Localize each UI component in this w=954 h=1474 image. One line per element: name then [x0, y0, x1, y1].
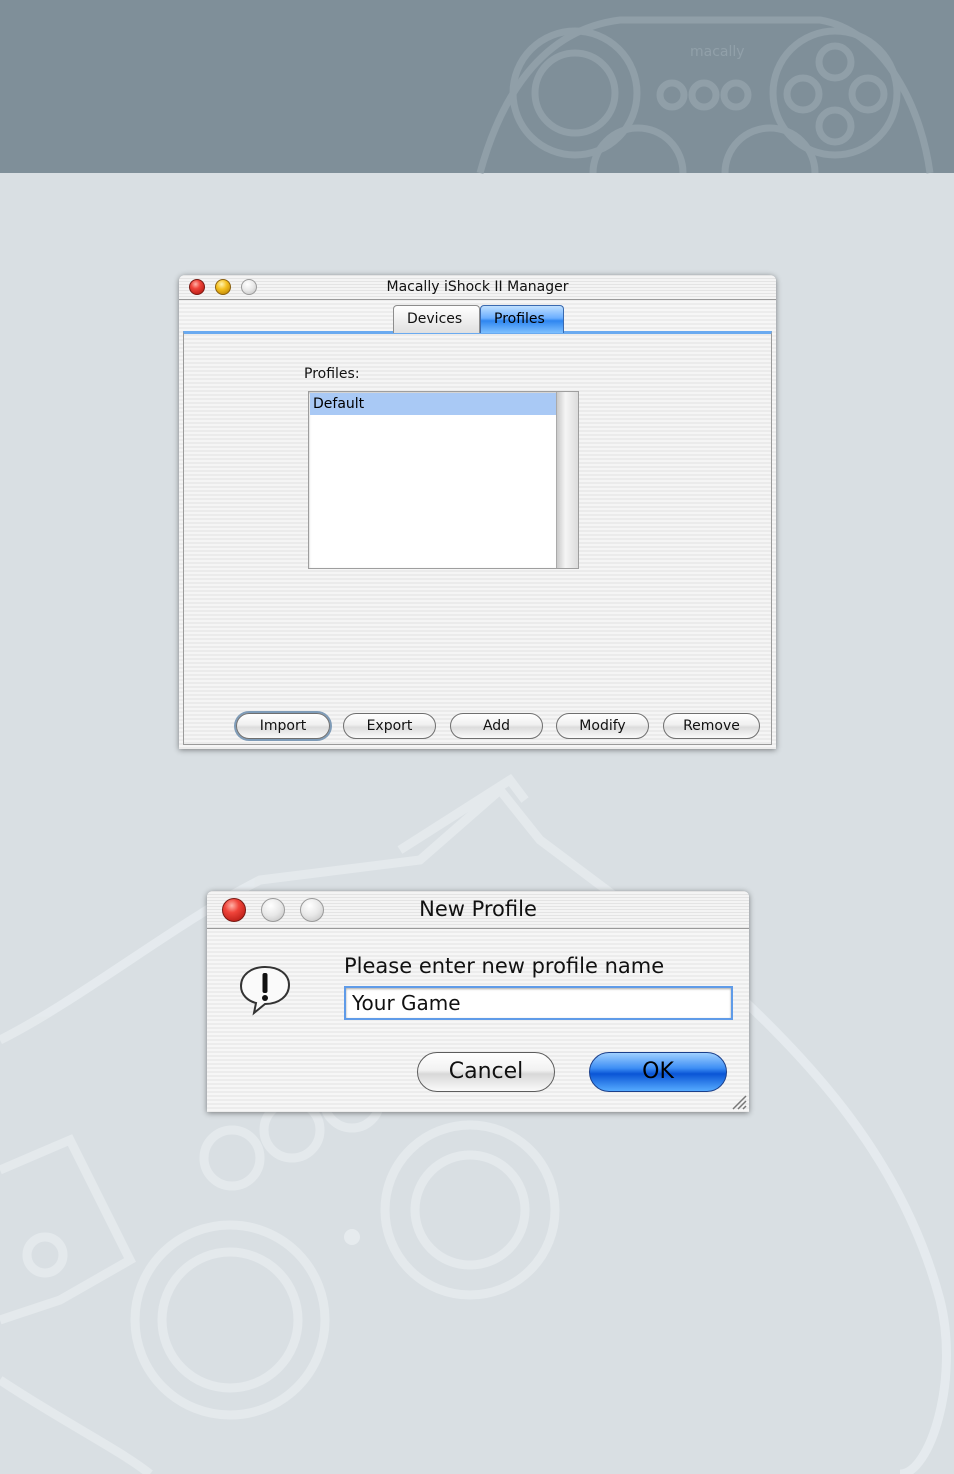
- profile-name-input[interactable]: [344, 986, 733, 1020]
- export-button[interactable]: Export: [343, 713, 436, 739]
- listbox-scrollbar[interactable]: [556, 392, 578, 568]
- manager-titlebar[interactable]: Macally iShock II Manager: [179, 275, 776, 300]
- alert-icon: [239, 965, 291, 1016]
- ok-button[interactable]: OK: [589, 1052, 727, 1092]
- profiles-panel: Profiles: Default Import Export Add Modi…: [183, 331, 772, 745]
- tab-profiles[interactable]: Profiles: [480, 305, 564, 333]
- remove-button[interactable]: Remove: [663, 713, 760, 739]
- profiles-listbox[interactable]: Default: [308, 391, 579, 569]
- modify-button[interactable]: Modify: [556, 713, 649, 739]
- header-band: [0, 0, 954, 173]
- button-row: Import Export Add Modify Remove: [184, 713, 771, 739]
- cancel-button[interactable]: Cancel: [417, 1052, 555, 1092]
- window-title: Macally iShock II Manager: [386, 279, 569, 295]
- import-button[interactable]: Import: [236, 713, 330, 739]
- tab-bar: Devices Profiles: [393, 305, 564, 333]
- new-profile-dialog: New Profile Please enter new profile nam…: [207, 891, 749, 1112]
- dialog-title: New Profile: [419, 897, 537, 921]
- manager-window: Macally iShock II Manager Devices Profil…: [179, 275, 776, 749]
- resize-grip-icon[interactable]: [729, 1092, 747, 1110]
- add-button[interactable]: Add: [450, 713, 543, 739]
- dialog-titlebar[interactable]: New Profile: [207, 891, 749, 929]
- dialog-prompt: Please enter new profile name: [344, 954, 665, 978]
- tab-devices[interactable]: Devices: [393, 305, 480, 333]
- list-item[interactable]: Default: [310, 393, 556, 415]
- profiles-label: Profiles:: [304, 366, 360, 382]
